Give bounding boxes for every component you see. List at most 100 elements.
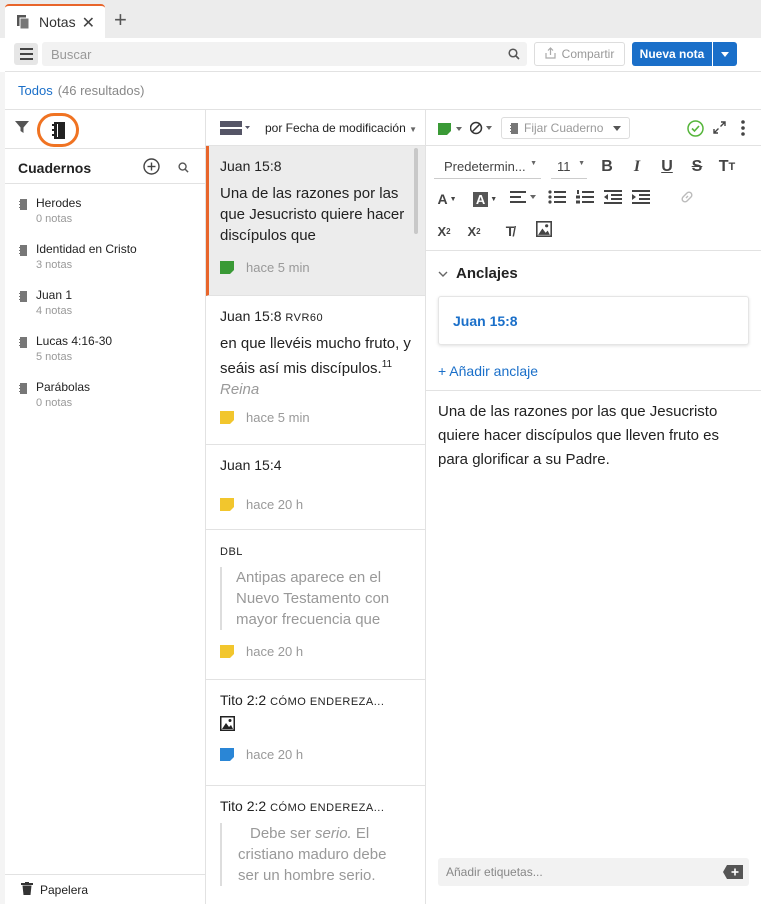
note-ref: Tito 2:2 [220, 798, 267, 814]
subscript-icon[interactable]: X2 [434, 220, 454, 242]
underline-icon[interactable]: U [657, 156, 677, 178]
font-size-dropdown[interactable]: 11 ▼ [551, 155, 587, 179]
sort-label: por Fecha de modificación [265, 121, 406, 135]
add-tag-icon[interactable] [723, 865, 743, 884]
anchor-reference[interactable]: Juan 15:8 [453, 313, 518, 329]
close-tab-icon[interactable]: ✕ [82, 13, 95, 33]
insert-image-icon[interactable] [536, 221, 552, 241]
filter-all-link[interactable]: Todos [18, 83, 53, 98]
pin-notebook-dropdown[interactable]: Fijar Cuaderno [501, 117, 630, 139]
more-options-icon[interactable] [741, 120, 745, 141]
note-text: en que llevéis mucho fruto, y seáis así … [220, 335, 411, 377]
notebook-icon [510, 122, 518, 134]
align-icon[interactable] [510, 190, 538, 208]
note-italic: Reina [220, 381, 260, 396]
notebook-item[interactable]: Identidad en Cristo 3 notas [5, 236, 205, 282]
tag-yellow-icon [220, 644, 234, 658]
tab-bar: Notas ✕ + [0, 0, 761, 38]
font-family-dropdown[interactable]: Predetermin... ▼ [434, 155, 541, 179]
strikethrough-icon[interactable]: S [687, 156, 707, 178]
note-item[interactable]: Tito 2:2 CÓMO ENDEREZA... Debe ser serio… [206, 786, 425, 904]
notebook-item[interactable]: Juan 1 4 notas [5, 282, 205, 328]
format-toolbar: Predetermin... ▼ 11 ▼ B I U S TT A ▼ A ▼ X… [426, 146, 761, 251]
italic-icon[interactable]: I [627, 156, 647, 178]
note-item[interactable]: Tito 2:2 CÓMO ENDEREZA... hace 20 h [206, 680, 425, 786]
note-editor-pane: Fijar Cuaderno Predetermin... ▼ 11 ▼ B I… [426, 110, 761, 904]
note-item[interactable]: DBL Antipas aparece en el Nuevo Testamen… [206, 530, 425, 680]
note-title: Juan 15:8 RVR60 [220, 308, 411, 324]
text-size-icon[interactable]: TT [717, 156, 737, 178]
toolbar: Buscar Compartir Nueva nota [5, 38, 761, 72]
no-style-icon[interactable] [469, 121, 494, 140]
note-item[interactable]: Juan 15:8 RVR60 en que llevéis mucho fru… [206, 296, 425, 445]
search-icon[interactable] [508, 47, 520, 65]
share-label: Compartir [561, 47, 615, 61]
font-family-value: Predetermin... [444, 159, 526, 174]
highlight-color-icon[interactable]: A ▼ [470, 188, 500, 210]
result-count: (46 resultados) [57, 83, 145, 98]
anchors-header[interactable]: Anclajes [438, 265, 518, 282]
share-button[interactable]: Compartir [534, 42, 625, 66]
note-body: Una de las razones por las que Jesucrist… [220, 185, 405, 244]
notebook-icon [19, 335, 27, 353]
quote-text-a: Debe ser [250, 825, 316, 842]
notebook-item[interactable]: Lucas 4:16-30 5 notas [5, 328, 205, 374]
search-notebooks-icon[interactable] [178, 160, 189, 178]
trash-button[interactable]: Papelera [5, 874, 205, 904]
outdent-icon[interactable] [604, 190, 622, 208]
note-meta: hace 20 h [220, 630, 411, 672]
notebook-list: Herodes 0 notas Identidad en Cristo 3 no… [5, 190, 205, 420]
note-section: CÓMO ENDEREZA... [270, 802, 385, 814]
tab-notas[interactable]: Notas ✕ [5, 4, 105, 38]
note-time: hace 20 h [246, 746, 304, 762]
note-item[interactable]: Juan 15:4 hace 20 h [206, 445, 425, 530]
note-content-editor[interactable]: Una de las razones por las que Jesucrist… [438, 400, 753, 472]
add-notebook-icon[interactable] [143, 158, 160, 180]
share-icon [545, 46, 556, 62]
new-note-dropdown[interactable] [713, 42, 737, 66]
add-anchor-link[interactable]: + Añadir anclaje [438, 363, 538, 379]
notebook-name: Lucas 4:16-30 [36, 334, 113, 348]
notes-scrollbar[interactable] [414, 148, 418, 234]
notebook-count: 0 notas [36, 213, 73, 225]
font-size-value: 11 [557, 159, 571, 174]
link-icon [680, 190, 694, 208]
expand-icon[interactable] [713, 121, 726, 139]
filter-icon[interactable] [15, 120, 29, 139]
chevron-down-icon [438, 271, 448, 277]
bullet-list-icon[interactable] [548, 190, 566, 208]
notebook-count: 0 notas [36, 397, 73, 409]
font-color-icon[interactable]: A ▼ [434, 188, 460, 210]
anchor-card[interactable]: Juan 15:8 [438, 296, 749, 345]
indent-icon[interactable] [632, 190, 650, 208]
numbered-list-icon[interactable] [576, 190, 594, 208]
notebook-count: 4 notas [36, 305, 73, 317]
tag-yellow-icon [220, 497, 234, 511]
bold-icon[interactable]: B [597, 156, 617, 178]
notebook-icon [19, 197, 27, 215]
tag-color-picker[interactable] [438, 122, 466, 140]
superscript-icon[interactable]: X2 [464, 220, 484, 242]
note-ref: Tito 2:2 [220, 692, 267, 708]
note-time: hace 5 min [246, 259, 310, 275]
tag-yellow-icon [220, 410, 234, 424]
note-version: RVR60 [285, 312, 324, 324]
quote-italic: serio. [315, 825, 352, 842]
notebook-item[interactable]: Herodes 0 notas [5, 190, 205, 236]
view-mode-icon[interactable] [220, 121, 250, 140]
notebook-item[interactable]: Parábolas 0 notas [5, 374, 205, 420]
notebooks-header: Cuadernos [5, 148, 205, 184]
note-item-selected[interactable]: Juan 15:8 Una de las razones por las que… [206, 146, 425, 296]
new-note-button[interactable]: Nueva nota [632, 42, 712, 66]
menu-button[interactable] [14, 43, 38, 65]
note-title: DBL [220, 542, 411, 558]
notebook-name: Parábolas [36, 380, 91, 394]
tags-placeholder: Añadir etiquetas... [446, 865, 543, 879]
sort-dropdown[interactable]: por Fecha de modificación ▼ [265, 121, 417, 135]
clear-format-icon[interactable]: T̸ [500, 220, 520, 242]
new-tab-button[interactable]: + [114, 7, 127, 33]
notebook-count: 5 notas [36, 351, 73, 363]
tags-input[interactable]: Añadir etiquetas... [438, 858, 749, 886]
notebooks-toggle-button[interactable] [37, 113, 79, 147]
search-input[interactable]: Buscar [42, 42, 527, 66]
